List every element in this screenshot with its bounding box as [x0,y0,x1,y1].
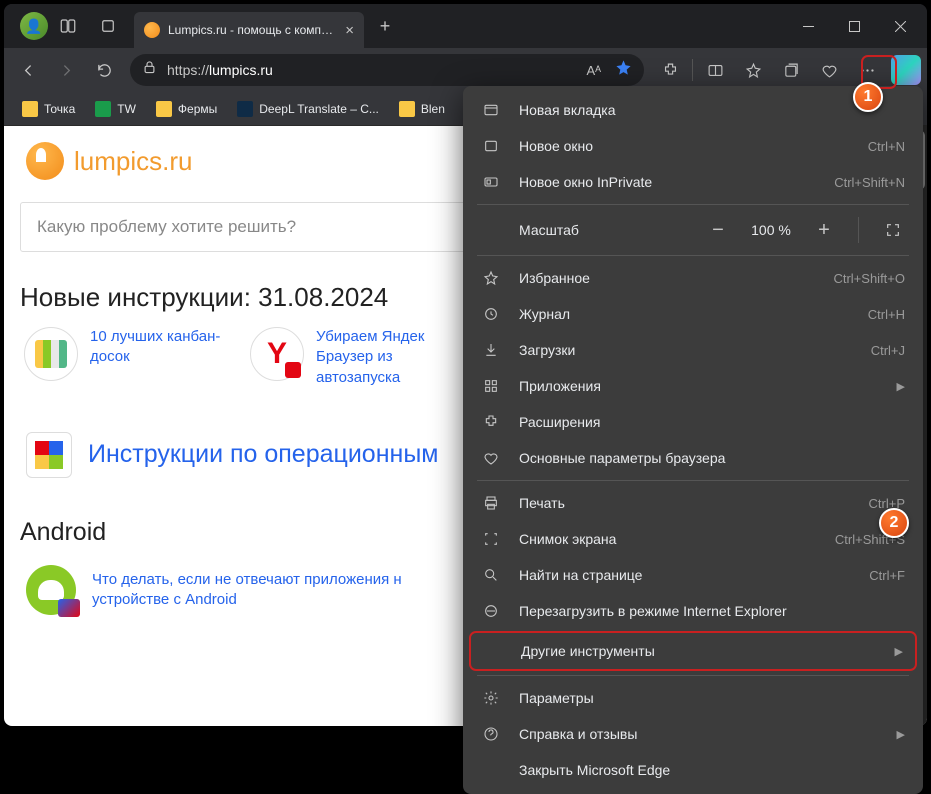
titlebar: 👤 Lumpics.ru - помощь с компьюте × + [4,4,927,48]
collections-icon[interactable] [773,52,809,88]
download-icon [481,342,501,358]
browser-health-icon[interactable] [811,52,847,88]
yandex-icon [250,327,304,381]
workspaces-icon[interactable] [48,6,88,46]
menu-new-window[interactable]: Новое окноCtrl+N [463,128,923,164]
menu-find[interactable]: Найти на страницеCtrl+F [463,557,923,593]
kanban-icon [24,327,78,381]
annotation-callout-2: 2 [879,508,909,538]
zoom-in-button[interactable]: + [812,218,836,242]
tab-close-icon[interactable]: × [345,22,354,39]
menu-separator [477,675,909,676]
menu-settings[interactable]: Параметры [463,680,923,716]
android-icon [26,565,76,615]
fullscreen-button[interactable] [881,218,905,242]
extensions-icon [481,414,501,430]
back-button[interactable] [10,52,46,88]
bookmark-item[interactable]: Blen [391,97,453,121]
os-icon [26,432,72,478]
article-link[interactable]: 10 лучших канбан-досок [90,327,230,368]
bookmark-item[interactable]: DeepL Translate – С... [229,97,387,121]
menu-history[interactable]: ЖурналCtrl+H [463,296,923,332]
extensions-icon[interactable] [652,52,688,88]
article-link[interactable]: Убираем Яндек Браузер из автозапуска [316,327,456,388]
apps-icon [481,378,501,394]
site-icon [95,101,111,117]
address-bar[interactable]: https://lumpics.ru Aᴬ [130,54,644,86]
menu-new-inprivate[interactable]: Новое окно InPrivateCtrl+Shift+N [463,164,923,200]
inprivate-icon [481,174,501,190]
article-card[interactable]: 10 лучших канбан-досок [24,327,230,388]
os-section-link[interactable]: Инструкции по операционным [88,440,438,469]
new-window-icon [481,138,501,154]
chevron-right-icon: ▶ [897,728,905,741]
menu-downloads[interactable]: ЗагрузкиCtrl+J [463,332,923,368]
minimize-button[interactable] [785,6,831,46]
favorite-star-icon[interactable] [615,59,632,81]
article-card[interactable]: Убираем Яндек Браузер из автозапуска [250,327,456,388]
menu-separator [477,204,909,205]
menu-close-edge[interactable]: Закрыть Microsoft Edge [463,752,923,788]
menu-separator [477,480,909,481]
folder-icon [399,101,415,117]
forward-button[interactable] [48,52,84,88]
refresh-button[interactable] [86,52,122,88]
gear-icon [481,690,501,706]
ie-icon [481,603,501,619]
bookmark-item[interactable]: Фермы [148,97,225,121]
menu-more-tools[interactable]: Другие инструменты▶ [469,631,917,671]
new-tab-icon [481,102,501,118]
site-info-icon[interactable] [142,60,157,80]
menu-help[interactable]: Справка и отзывы▶ [463,716,923,752]
new-tab-button[interactable]: + [370,11,400,41]
menu-apps[interactable]: Приложения▶ [463,368,923,404]
bookmark-item[interactable]: TW [87,97,144,121]
annotation-callout-1: 1 [853,82,883,112]
star-icon [481,270,501,286]
menu-favorites[interactable]: ИзбранноеCtrl+Shift+O [463,260,923,296]
screenshot-icon [481,531,501,547]
android-link[interactable]: Что делать, если не отвечают приложения … [92,570,452,611]
help-icon [481,726,501,742]
browser-menu: Новая вкладка Новое окноCtrl+N Новое окн… [463,86,923,794]
window-controls [785,6,923,46]
toolbar-divider [692,59,693,81]
site-logo-icon[interactable] [26,142,64,180]
print-icon [481,495,501,511]
menu-separator [477,255,909,256]
folder-icon [22,101,38,117]
tab-actions-icon[interactable] [88,6,128,46]
url-text: https://lumpics.ru [167,62,273,78]
heart-icon [481,450,501,466]
menu-print[interactable]: ПечатьCtrl+P [463,485,923,521]
maximize-button[interactable] [831,6,877,46]
tab-title: Lumpics.ru - помощь с компьюте [168,23,335,37]
zoom-out-button[interactable]: − [706,218,730,242]
menu-extensions[interactable]: Расширения [463,404,923,440]
bookmark-item[interactable]: Точка [14,97,83,121]
menu-zoom: Масштаб − 100 % + [463,209,923,251]
menu-screenshot[interactable]: Снимок экранаCtrl+Shift+S [463,521,923,557]
chevron-right-icon: ▶ [897,380,905,393]
reading-mode-icon[interactable]: Aᴬ [586,63,601,78]
search-icon [481,567,501,583]
profile-avatar[interactable]: 👤 [20,12,48,40]
favorites-icon[interactable] [735,52,771,88]
chevron-right-icon: ▶ [895,645,903,658]
history-icon [481,306,501,322]
folder-icon [156,101,172,117]
browser-tab[interactable]: Lumpics.ru - помощь с компьюте × [134,12,364,48]
site-icon [237,101,253,117]
split-screen-icon[interactable] [697,52,733,88]
menu-reload-ie[interactable]: Перезагрузить в режиме Internet Explorer [463,593,923,629]
close-window-button[interactable] [877,6,923,46]
zoom-value: 100 % [748,222,794,238]
menu-essentials[interactable]: Основные параметры браузера [463,440,923,476]
tab-favicon-icon [144,22,160,38]
site-name[interactable]: lumpics.ru [74,146,192,177]
